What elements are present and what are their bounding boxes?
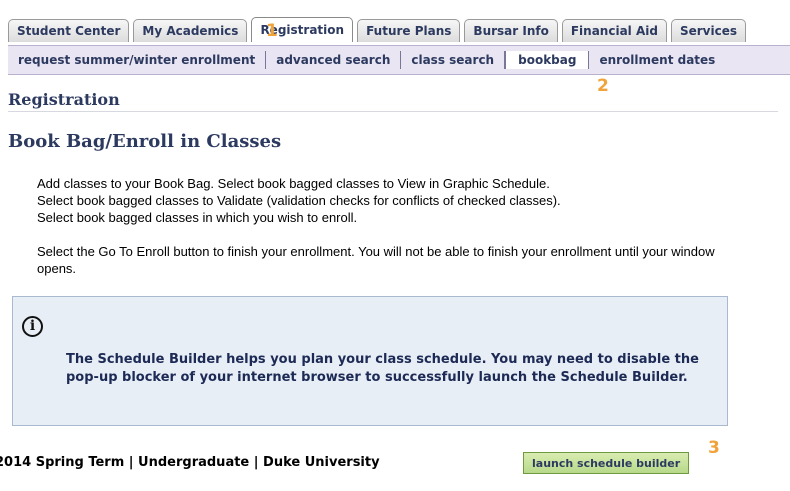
instruction-enroll-note: Select the Go To Enroll button to finish… (37, 244, 715, 276)
schedule-builder-info-box: i The Schedule Builder helps you plan yo… (12, 296, 728, 426)
info-icon: i (22, 316, 43, 337)
tab-bursar-info[interactable]: Bursar Info (464, 19, 558, 42)
subnav-enrollment-dates[interactable]: enrollment dates (589, 51, 725, 69)
launch-schedule-builder-button[interactable]: launch schedule builder (523, 452, 690, 474)
annotation-marker-2: 2 (597, 76, 609, 96)
page-title: Book Bag/Enroll in Classes (8, 131, 282, 152)
subnav-class-search[interactable]: class search (401, 51, 506, 69)
annotation-marker-3: 3 (708, 438, 720, 458)
annotation-marker-1: 1 (266, 21, 278, 41)
term-label-text: 2014 Spring Term | Undergraduate | Duke … (0, 455, 380, 470)
tab-my-academics[interactable]: My Academics (133, 19, 248, 42)
instructions: Add classes to your Book Bag. Select boo… (37, 175, 727, 277)
term-label: 2014 Spring Term | Undergraduate | Duke … (0, 455, 470, 470)
instruction-line-1: Add classes to your Book Bag. Select boo… (37, 176, 550, 191)
section-divider (8, 111, 778, 112)
subnav-advanced-search[interactable]: advanced search (266, 51, 402, 69)
instruction-line-3: Select book bagged classes in which you … (37, 210, 358, 225)
subnav-bookbag[interactable]: bookbag (505, 51, 590, 69)
section-title: Registration (8, 90, 120, 109)
main-tabs: Student Center My Academics Registration… (8, 17, 750, 42)
tab-services[interactable]: Services (670, 19, 746, 42)
schedule-builder-info-text: The Schedule Builder helps you plan your… (66, 352, 699, 385)
tab-student-center[interactable]: Student Center (8, 19, 130, 42)
tab-future-plans[interactable]: Future Plans (357, 19, 461, 42)
tab-financial-aid[interactable]: Financial Aid (561, 19, 667, 42)
registration-subnav: request summer/winter enrollment advance… (8, 45, 790, 75)
instruction-line-2: Select book bagged classes to Validate (… (37, 193, 561, 208)
subnav-request-summer-winter-enrollment[interactable]: request summer/winter enrollment (8, 51, 267, 69)
